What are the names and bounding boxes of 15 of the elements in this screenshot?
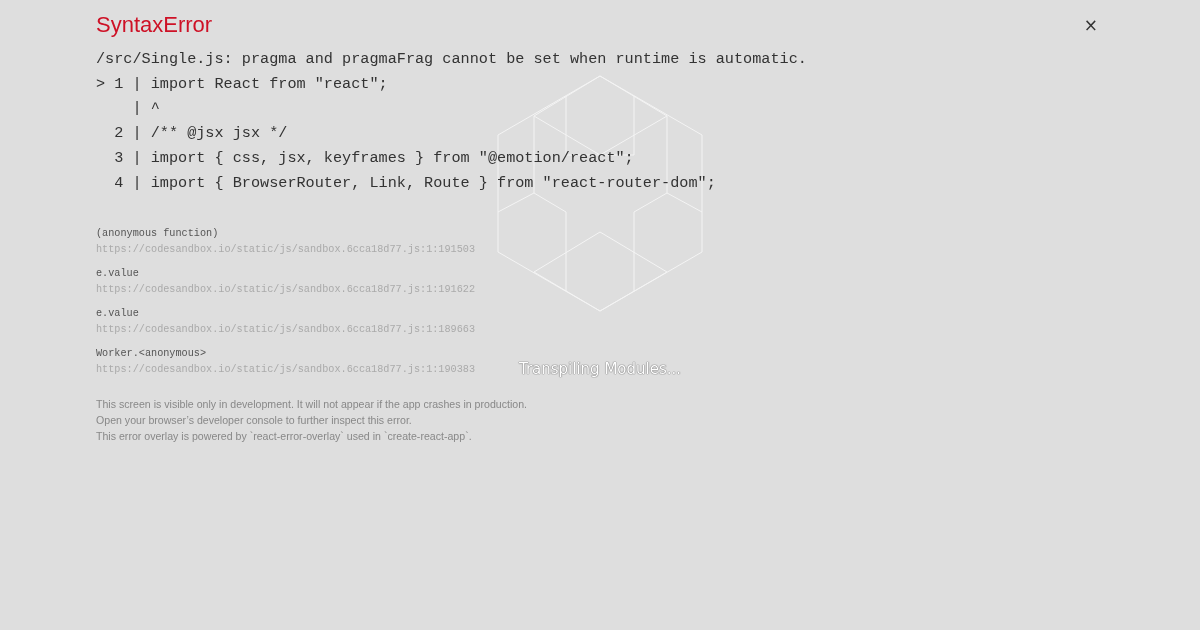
close-button[interactable]: × xyxy=(1077,15,1104,35)
footer-note: This screen is visible only in development. It will not appear if the app crashes in production. xyxy=(96,397,528,413)
footer-note: This error overlay is powered by `react-error-overlay` used in `create-react-app`. xyxy=(96,429,473,445)
code-line: 3 | import { css, jsx, keyframes } from "@emotion/react"; xyxy=(113,147,635,169)
stack-function: (anonymous function) xyxy=(96,227,219,242)
error-message: /src/Single.js: pragma and pragmaFrag cannot be set when runtime is automatic. xyxy=(96,49,808,70)
stack-function: e.value xyxy=(96,267,139,282)
code-line: 4 | import { BrowserRouter, Link, Route } from "react-router-dom"; xyxy=(113,172,716,194)
code-line: 2 | /** @jsx jsx */ xyxy=(113,123,289,145)
stack-function: e.value xyxy=(96,307,139,322)
footer-note: Open your browser’s developer console to further inspect this error. xyxy=(96,413,413,429)
code-line: | ^ xyxy=(131,98,161,120)
code-line: > 1 | import React from "react"; xyxy=(96,73,389,95)
error-title: SyntaxError xyxy=(96,12,213,38)
stack-function: Worker.<anonymous> xyxy=(96,347,207,362)
